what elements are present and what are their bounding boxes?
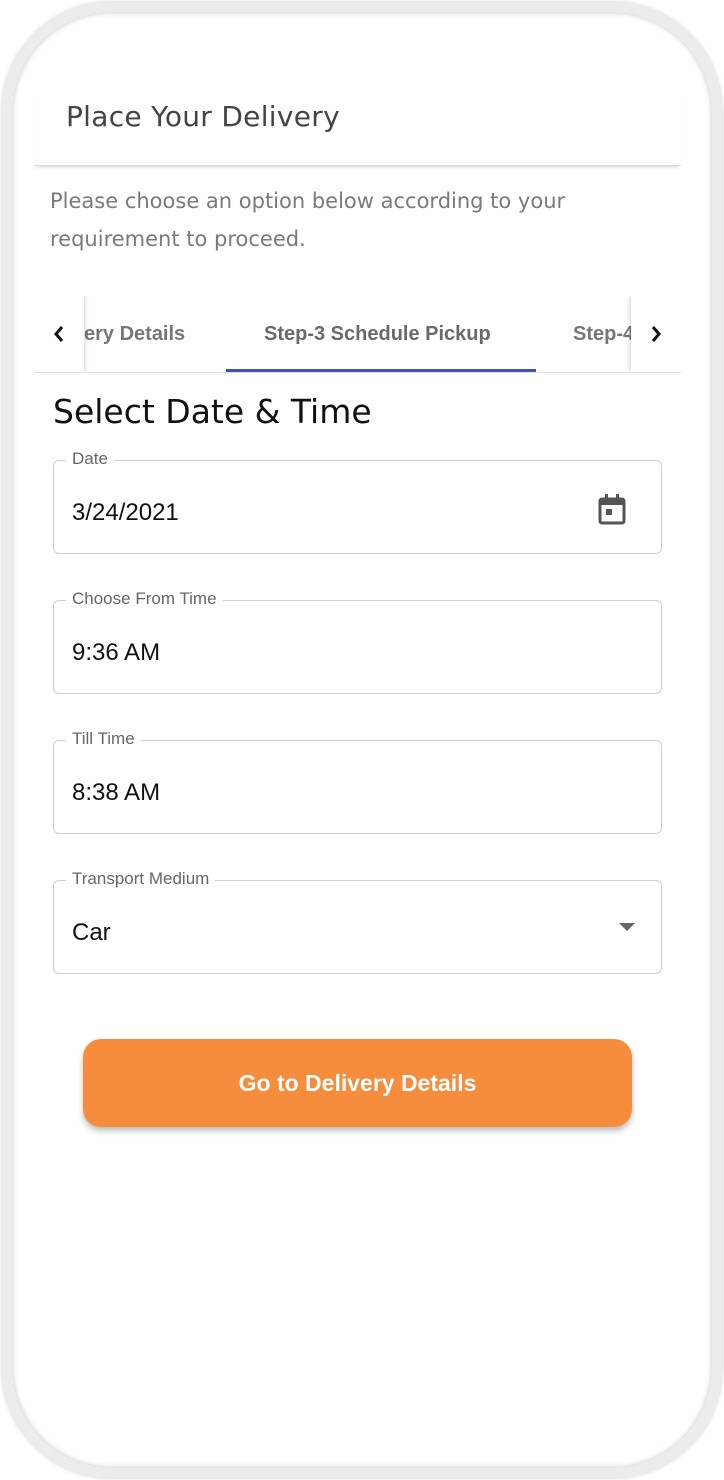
section-title: Select Date & Time [53, 392, 372, 431]
from-time-label: Choose From Time [66, 589, 223, 609]
tab-delivery-details[interactable]: ery Details [84, 296, 185, 372]
calendar-icon[interactable] [597, 493, 627, 530]
tab-schedule-pickup[interactable]: Step-3 Schedule Pickup [264, 296, 491, 372]
go-to-delivery-details-button[interactable]: Go to Delivery Details [83, 1039, 632, 1127]
page-title: Place Your Delivery [66, 100, 340, 133]
till-time-label: Till Time [66, 729, 141, 749]
app-header: Place Your Delivery [34, 92, 681, 166]
dropdown-arrow-icon[interactable] [619, 923, 635, 931]
date-field[interactable]: Date 3/24/2021 [53, 449, 662, 554]
from-time-value[interactable]: 9:36 AM [72, 639, 160, 667]
tab-scroll-left-button[interactable] [34, 296, 84, 372]
transport-medium-value[interactable]: Car [72, 919, 111, 947]
transport-medium-select[interactable]: Transport Medium Car [53, 869, 662, 974]
step-tabs: ery Details Step-3 Schedule Pickup Step-… [34, 296, 681, 373]
chevron-left-icon [54, 326, 64, 342]
chevron-right-icon [651, 326, 661, 342]
till-time-field[interactable]: Till Time 8:38 AM [53, 729, 662, 834]
transport-medium-label: Transport Medium [66, 869, 216, 889]
tab-scroll-right-button[interactable] [631, 296, 681, 372]
active-tab-indicator [226, 369, 536, 372]
instructions-text: Please choose an option below according … [50, 189, 566, 251]
from-time-field[interactable]: Choose From Time 9:36 AM [53, 589, 662, 694]
date-field-label: Date [66, 449, 114, 469]
date-field-value[interactable]: 3/24/2021 [72, 499, 179, 527]
till-time-value[interactable]: 8:38 AM [72, 779, 160, 807]
tab-step-4[interactable]: Step-4 [573, 296, 634, 372]
